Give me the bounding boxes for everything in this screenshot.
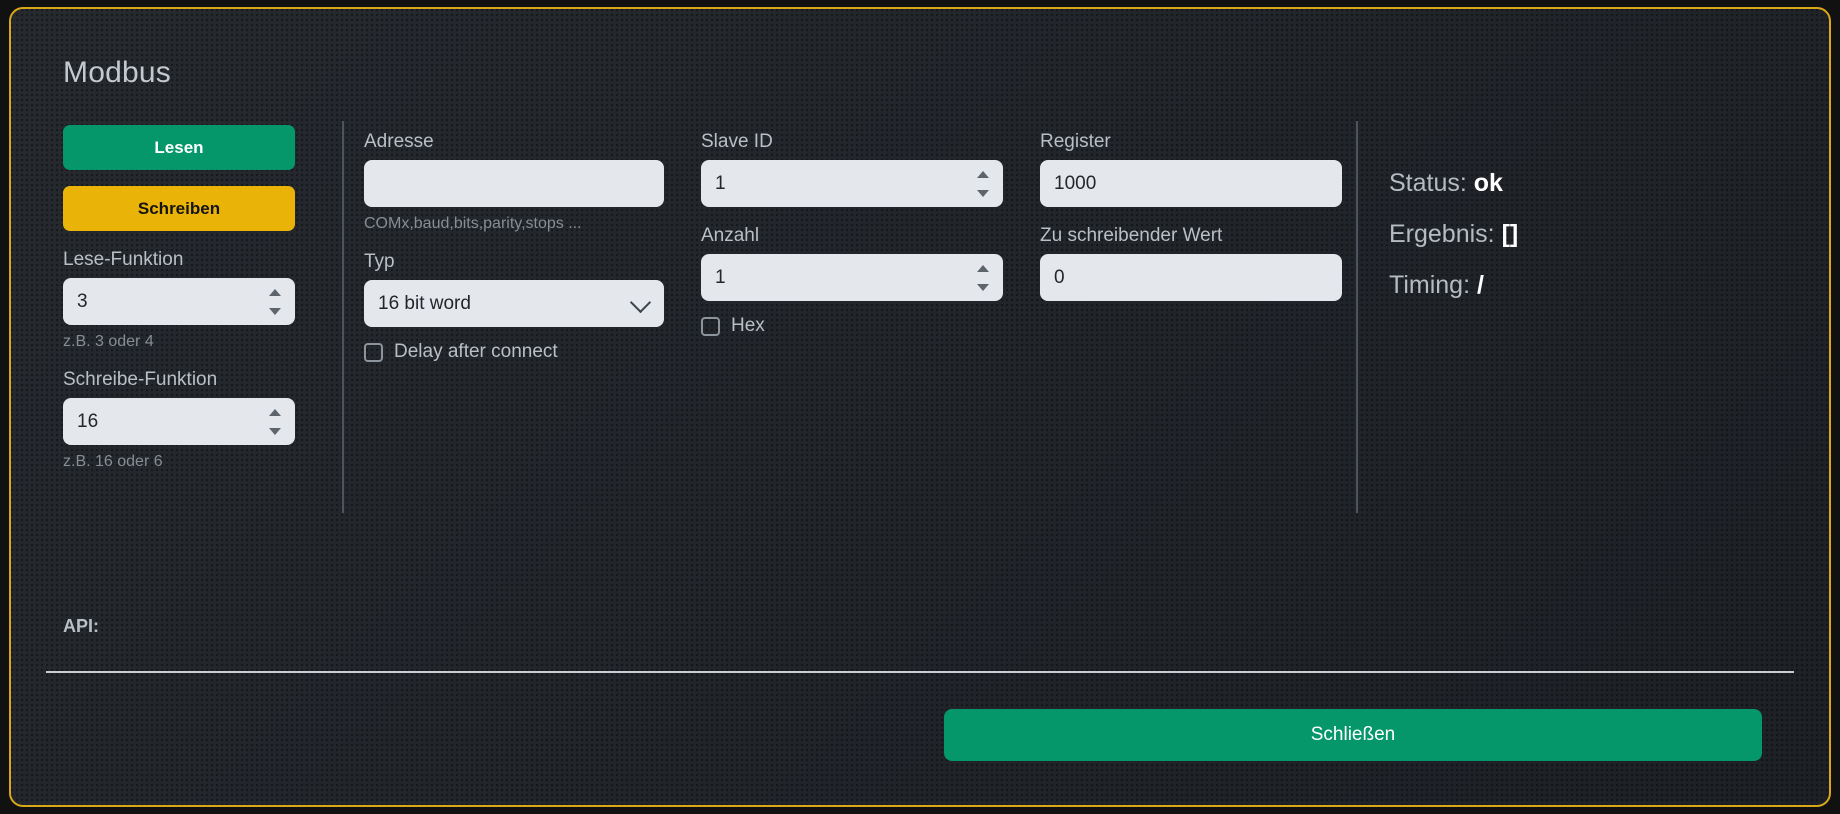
write-function-hint: z.B. 16 oder 6: [63, 453, 163, 470]
slave-id-stepper[interactable]: [701, 160, 1003, 207]
stepper-arrows-icon[interactable]: [267, 288, 283, 315]
timing-label: Timing:: [1389, 271, 1471, 299]
status-row: Status: ok: [1389, 169, 1789, 198]
api-row: API:: [63, 616, 105, 637]
delay-after-connect-checkbox-row[interactable]: Delay after connect: [364, 341, 664, 363]
footer-divider: [46, 671, 1794, 673]
write-button[interactable]: Schreiben: [63, 186, 295, 231]
count-stepper[interactable]: [701, 254, 1003, 301]
count-input[interactable]: [701, 254, 1003, 301]
write-function-stepper[interactable]: [63, 398, 295, 445]
register-input[interactable]: [1040, 160, 1342, 207]
status-value: ok: [1473, 169, 1503, 197]
count-label: Anzahl: [701, 225, 760, 246]
form-column-address: Adresse COMx,baud,bits,parity,stops ... …: [364, 113, 664, 363]
write-value-input[interactable]: [1040, 254, 1342, 301]
delay-after-connect-checkbox[interactable]: [364, 342, 383, 362]
stepper-arrows-icon[interactable]: [975, 264, 991, 291]
result-value: []: [1501, 220, 1519, 248]
status-panel: Status: ok Ergebnis: [] Timing: /: [1389, 169, 1789, 322]
stepper-arrows-icon[interactable]: [975, 170, 991, 197]
delay-after-connect-label: Delay after connect: [394, 341, 558, 362]
hex-label: Hex: [731, 315, 765, 336]
read-function-hint: z.B. 3 oder 4: [63, 333, 154, 350]
read-function-stepper[interactable]: [63, 278, 295, 325]
type-select[interactable]: [364, 280, 664, 327]
timing-value: /: [1476, 271, 1484, 299]
form-column-slave: Slave ID Anzahl Hex: [701, 113, 1003, 337]
close-button[interactable]: Schließen: [944, 709, 1762, 761]
left-panel: Lesen Schreiben Lese-Funktion z.B. 3 ode…: [63, 125, 295, 471]
read-function-label: Lese-Funktion: [63, 249, 184, 270]
form-column-register: Register Zu schreibender Wert: [1040, 113, 1342, 301]
slave-id-label: Slave ID: [701, 131, 773, 152]
stepper-arrows-icon[interactable]: [267, 408, 283, 435]
write-value-label: Zu schreibender Wert: [1040, 225, 1223, 246]
page-title: Modbus: [63, 56, 171, 89]
slave-id-input[interactable]: [701, 160, 1003, 207]
result-row: Ergebnis: []: [1389, 220, 1789, 249]
read-function-input[interactable]: [63, 278, 295, 325]
modbus-dialog: Modbus Lesen Schreiben Lese-Funktion z.B…: [9, 7, 1831, 807]
write-function-input[interactable]: [63, 398, 295, 445]
write-function-label: Schreibe-Funktion: [63, 369, 218, 390]
address-label: Adresse: [364, 131, 434, 152]
status-label: Status:: [1389, 169, 1467, 197]
read-button[interactable]: Lesen: [63, 125, 295, 170]
type-select-value[interactable]: [364, 280, 664, 327]
register-label: Register: [1040, 131, 1111, 152]
vertical-divider-right: [1356, 121, 1358, 513]
result-label: Ergebnis:: [1389, 220, 1495, 248]
type-label: Typ: [364, 251, 395, 272]
address-hint: COMx,baud,bits,parity,stops ...: [364, 215, 582, 232]
address-input[interactable]: [364, 160, 664, 207]
timing-row: Timing: /: [1389, 271, 1789, 300]
api-label: API:: [63, 616, 99, 636]
hex-checkbox[interactable]: [701, 316, 720, 336]
hex-checkbox-row[interactable]: Hex: [701, 315, 1003, 337]
vertical-divider-left: [342, 121, 344, 513]
